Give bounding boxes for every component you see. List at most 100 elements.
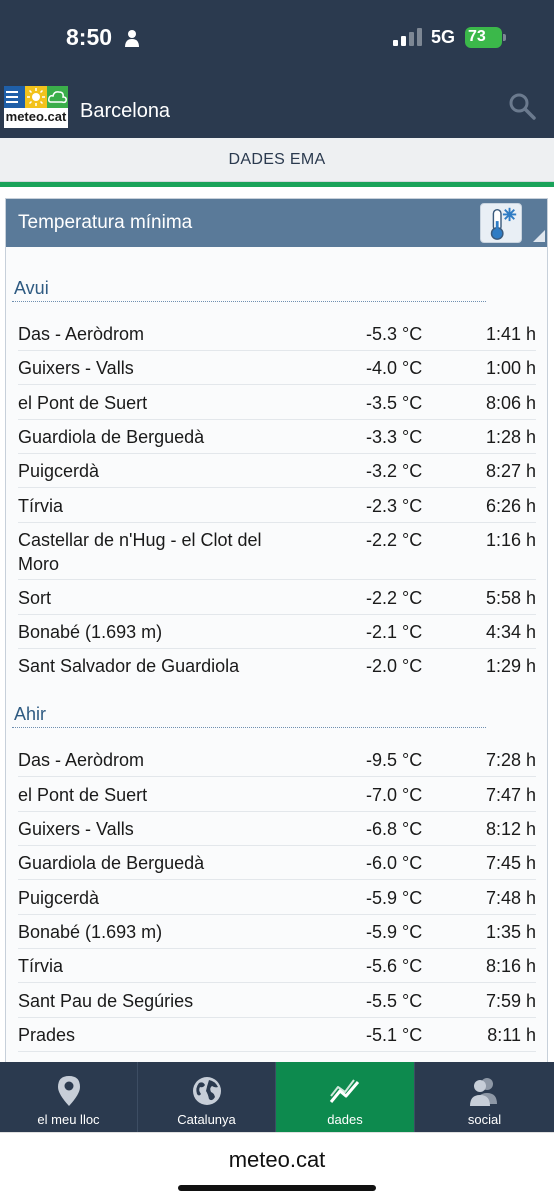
- station-name: Puigcerdà: [18, 888, 100, 908]
- temperature-value: -2.2 °C: [366, 530, 423, 550]
- station-name: Prades: [18, 1025, 76, 1045]
- meteocat-logo[interactable]: meteo.cat: [4, 86, 68, 128]
- temperature-value: -5.5 °C: [366, 991, 423, 1011]
- time-value: 1:41 h: [485, 324, 536, 344]
- temperature-card: Temperatura mínima Avui Das - Aeròdrom -…: [5, 198, 548, 1068]
- table-row: Sort -2.2 °C 5:58 h: [18, 586, 536, 615]
- page-title: Barcelona: [80, 100, 171, 122]
- time-value: 1:16 h: [485, 530, 536, 550]
- station-name: Guardiola de Berguedà: [18, 427, 205, 447]
- table-row: Prades -5.1 °C 8:11 h: [18, 1023, 536, 1052]
- nav-label: dades: [327, 1112, 363, 1127]
- station-name: Sort: [18, 588, 52, 608]
- time-value: 7:48 h: [485, 888, 536, 908]
- nav-catalunya[interactable]: Catalunya: [138, 1062, 276, 1132]
- nav-dades[interactable]: dades: [276, 1062, 415, 1132]
- table-row: Guardiola de Berguedà -3.3 °C 1:28 h: [18, 425, 536, 454]
- time-value: 8:06 h: [485, 393, 536, 413]
- temperature-value: -4.0 °C: [366, 358, 423, 378]
- location-pin-icon: [58, 1076, 80, 1106]
- station-name: Sant Pau de Segúries: [18, 991, 194, 1011]
- temperature-value: -3.2 °C: [366, 461, 423, 481]
- station-name: Tírvia: [18, 496, 63, 516]
- status-time: 8:50: [66, 24, 113, 50]
- station-name: Castellar de n'Hug - el Clot del Moro: [18, 530, 262, 574]
- search-icon[interactable]: [508, 92, 536, 120]
- table-row: Das - Aeròdrom -5.3 °C 1:41 h: [18, 322, 536, 351]
- station-name: Guardiola de Berguedà: [18, 853, 205, 873]
- temperature-value: -5.9 °C: [366, 888, 423, 908]
- table-row: Guardiola de Berguedà -6.0 °C 7:45 h: [18, 851, 536, 880]
- time-value: 1:00 h: [485, 358, 536, 378]
- temperature-value: -2.0 °C: [366, 656, 423, 676]
- temperature-value: -3.5 °C: [366, 393, 423, 413]
- battery-level: 73: [468, 28, 486, 45]
- cloud-icon: [48, 91, 67, 104]
- time-value: 7:28 h: [485, 750, 536, 770]
- people-icon: [470, 1078, 497, 1106]
- temperature-value: -6.8 °C: [366, 819, 423, 839]
- table-row: Tírvia -5.6 °C 8:16 h: [18, 954, 536, 983]
- tab-dades-ema[interactable]: DADES EMA: [0, 138, 554, 182]
- time-value: 7:45 h: [485, 853, 536, 873]
- time-value: 5:58 h: [485, 588, 536, 608]
- table-row: Das - Aeròdrom -9.5 °C 7:28 h: [18, 748, 536, 777]
- time-value: 7:59 h: [485, 991, 536, 1011]
- person-icon: [125, 30, 139, 47]
- station-name: Bonabé (1.693 m): [18, 622, 163, 642]
- table-row: Bonabé (1.693 m) -2.1 °C 4:34 h: [18, 620, 536, 649]
- group-label-avui: Avui: [14, 278, 49, 298]
- temperature-value: -2.2 °C: [366, 588, 423, 608]
- table-row: Puigcerdà -3.2 °C 8:27 h: [18, 459, 536, 488]
- app-header: 8:50 5G 73 meteo.cat Barcelona: [0, 0, 554, 138]
- table-row: Sant Pau de Segúries -5.5 °C 7:59 h: [18, 989, 536, 1018]
- nav-el-meu-lloc[interactable]: el meu lloc: [0, 1062, 138, 1132]
- table-row: Guixers - Valls -6.8 °C 8:12 h: [18, 817, 536, 846]
- logo-text: meteo.cat: [5, 109, 67, 124]
- group-divider: [12, 301, 486, 302]
- temperature-value: -6.0 °C: [366, 853, 423, 873]
- nav-label: Catalunya: [177, 1112, 236, 1127]
- table-row: Castellar de n'Hug - el Clot del Moro -2…: [18, 528, 536, 580]
- card-header[interactable]: Temperatura mínima: [6, 199, 547, 247]
- time-value: 1:28 h: [485, 427, 536, 447]
- bottom-nav: el meu lloc Catalunya dades social: [0, 1062, 554, 1132]
- temperature-value: -9.5 °C: [366, 750, 423, 770]
- sun-icon: [27, 88, 45, 106]
- time-value: 4:34 h: [485, 622, 536, 642]
- time-value: 8:11 h: [487, 1025, 536, 1045]
- menu-icon: [6, 91, 18, 103]
- group-divider: [12, 727, 486, 728]
- station-name: Das - Aeròdrom: [18, 324, 145, 344]
- station-name: Guixers - Valls: [18, 819, 134, 839]
- station-name: el Pont de Suert: [18, 393, 148, 413]
- station-name: Sant Salvador de Guardiola: [18, 656, 240, 676]
- time-value: 1:35 h: [485, 922, 536, 942]
- nav-social[interactable]: social: [415, 1062, 554, 1132]
- temperature-value: -5.6 °C: [366, 956, 423, 976]
- station-name: Puigcerdà: [18, 461, 100, 481]
- temperature-value: -3.3 °C: [366, 427, 423, 447]
- temperature-value: -5.9 °C: [366, 922, 423, 942]
- station-name: Guixers - Valls: [18, 358, 134, 378]
- card-title: Temperatura mínima: [18, 212, 193, 233]
- group-label-ahir: Ahir: [14, 704, 47, 724]
- browser-url[interactable]: meteo.cat: [0, 1147, 554, 1173]
- home-indicator[interactable]: [178, 1185, 376, 1191]
- station-name: el Pont de Suert: [18, 785, 148, 805]
- table-row: el Pont de Suert -3.5 °C 8:06 h: [18, 391, 536, 420]
- time-value: 6:26 h: [485, 496, 536, 516]
- station-name: Das - Aeròdrom: [18, 750, 145, 770]
- table-row: Tírvia -2.3 °C 6:26 h: [18, 494, 536, 523]
- time-value: 8:12 h: [485, 819, 536, 839]
- nav-label: el meu lloc: [37, 1112, 100, 1127]
- network-type: 5G: [431, 27, 456, 47]
- nav-label: social: [467, 1112, 502, 1127]
- globe-icon: [193, 1077, 221, 1105]
- browser-address-bar[interactable]: meteo.cat: [0, 1132, 554, 1200]
- table-row: Bonabé (1.693 m) -5.9 °C 1:35 h: [18, 920, 536, 949]
- temperature-value: -7.0 °C: [366, 785, 423, 805]
- tab-indicator: [0, 182, 554, 187]
- expand-corner-icon[interactable]: [533, 230, 545, 242]
- thermometer-snow-icon[interactable]: [480, 203, 522, 243]
